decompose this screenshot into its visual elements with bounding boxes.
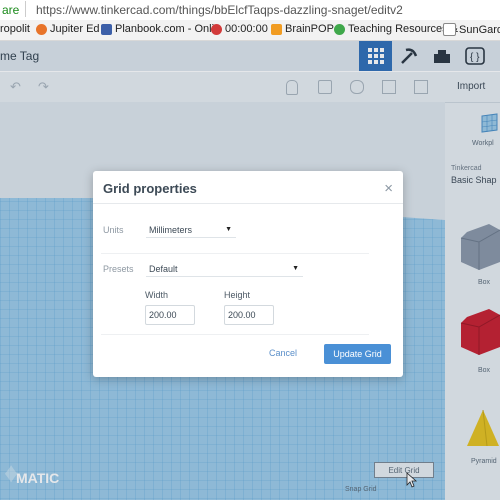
bookmark-jupiter-ed[interactable]: Jupiter Ed [36, 23, 100, 35]
chevron-down-icon: ▼ [225, 226, 232, 233]
mirror-icon[interactable] [414, 80, 428, 94]
height-label: Height [224, 290, 251, 300]
bookmark-partial[interactable]: ropolit [0, 23, 30, 35]
snap-grid-label: Snap Grid [345, 486, 377, 493]
workplane-label: Workpl [472, 140, 494, 147]
blocks-icon [433, 50, 450, 63]
jupiter-icon [36, 23, 47, 35]
undo-icon[interactable]: ↶ [10, 79, 21, 95]
presets-value: Default [149, 263, 178, 274]
align-icon[interactable] [382, 80, 396, 94]
security-indicator: are [2, 3, 20, 17]
pickaxe-icon [400, 48, 417, 64]
close-icon[interactable]: × [384, 180, 393, 197]
address-divider [25, 1, 26, 17]
lightbulb-icon[interactable] [286, 80, 298, 95]
box-shape-red[interactable] [459, 307, 500, 355]
edit-grid-button[interactable]: Edit Grid [374, 462, 434, 478]
presets-select[interactable]: Default ▼ [146, 261, 303, 277]
blocks-view-button[interactable] [425, 41, 458, 71]
presets-label: Presets [103, 264, 134, 274]
edit-toolbar: ↶ ↷ [0, 72, 445, 102]
box-shape-gray[interactable] [459, 222, 500, 270]
cancel-button[interactable]: Cancel [269, 348, 297, 358]
design-title[interactable]: me Tag [0, 49, 39, 63]
update-grid-button[interactable]: Update Grid [324, 344, 391, 364]
chevron-down-icon: ▼ [292, 265, 299, 272]
codeblocks-icon: { } [464, 47, 485, 65]
grid-view-button[interactable] [359, 41, 392, 71]
height-input[interactable] [224, 305, 274, 325]
category-select[interactable]: Basic Shap [451, 175, 497, 185]
url-text[interactable]: https://www.tinkercad.com/things/bbElcfT… [36, 3, 403, 17]
shapes-panel: Import Workpl Tinkercad Basic Shap Box B… [445, 72, 500, 500]
shape-label: Box [478, 367, 491, 374]
bookmark-label: SunGard P [459, 23, 500, 36]
grid-icon [367, 48, 384, 64]
page-icon [443, 23, 456, 36]
units-value: Millimeters [149, 224, 193, 235]
width-label: Width [145, 290, 169, 300]
import-button[interactable]: Import [457, 81, 485, 92]
dialog-title: Grid properties [103, 181, 197, 196]
teaching-resources-icon [334, 23, 345, 35]
units-label: Units [103, 225, 124, 235]
bookmark-sungard[interactable]: SunGard P [443, 23, 500, 36]
bookmark-label: Teaching Resources & [348, 23, 459, 35]
row-divider [101, 334, 369, 335]
panel-divider [445, 102, 500, 103]
build-view-button[interactable] [392, 41, 425, 71]
timer-icon [211, 23, 222, 35]
watermark-text: MATIC [16, 470, 60, 486]
codeblocks-button[interactable]: { } [458, 41, 491, 71]
bookmark-teaching-resources[interactable]: Teaching Resources & [334, 23, 458, 35]
row-divider [101, 253, 369, 254]
units-select[interactable]: Millimeters ▼ [146, 222, 236, 238]
bookmark-label: Planbook.com - Onli [115, 23, 215, 35]
svg-text:{ }: { } [470, 52, 480, 63]
bookmark-label: BrainPOP [285, 23, 334, 35]
mouse-cursor-icon [406, 472, 418, 488]
planbook-icon [101, 23, 112, 35]
address-bar[interactable]: are https://www.tinkercad.com/things/bbE… [0, 0, 500, 21]
grid-properties-dialog: Grid properties × Units Millimeters ▼ Pr… [93, 171, 403, 377]
redo-icon[interactable]: ↷ [38, 79, 49, 95]
shape-label: Box [478, 279, 491, 286]
bookmark-partial-label: ropolit [0, 23, 30, 35]
category-caption: Tinkercad [451, 165, 482, 172]
dialog-divider [93, 203, 403, 204]
workplane-icon[interactable] [479, 112, 499, 134]
width-input[interactable] [145, 305, 195, 325]
hole-icon[interactable] [350, 80, 364, 94]
bookmark-label: Jupiter Ed [50, 23, 100, 35]
brainpop-icon [271, 23, 282, 35]
bookmark-label: 00:00:00 [225, 23, 268, 35]
bookmark-brainpop[interactable]: BrainPOP [271, 23, 334, 35]
bookmarks-bar: ropolit Jupiter Ed Planbook.com - Onli 0… [0, 20, 500, 41]
bookmark-timer[interactable]: 00:00:00 [211, 23, 268, 35]
bookmark-planbook[interactable]: Planbook.com - Onli [101, 23, 214, 35]
pyramid-shape[interactable] [465, 408, 500, 450]
shape-icon[interactable] [318, 80, 332, 94]
shape-label: Pyramid [471, 458, 497, 465]
